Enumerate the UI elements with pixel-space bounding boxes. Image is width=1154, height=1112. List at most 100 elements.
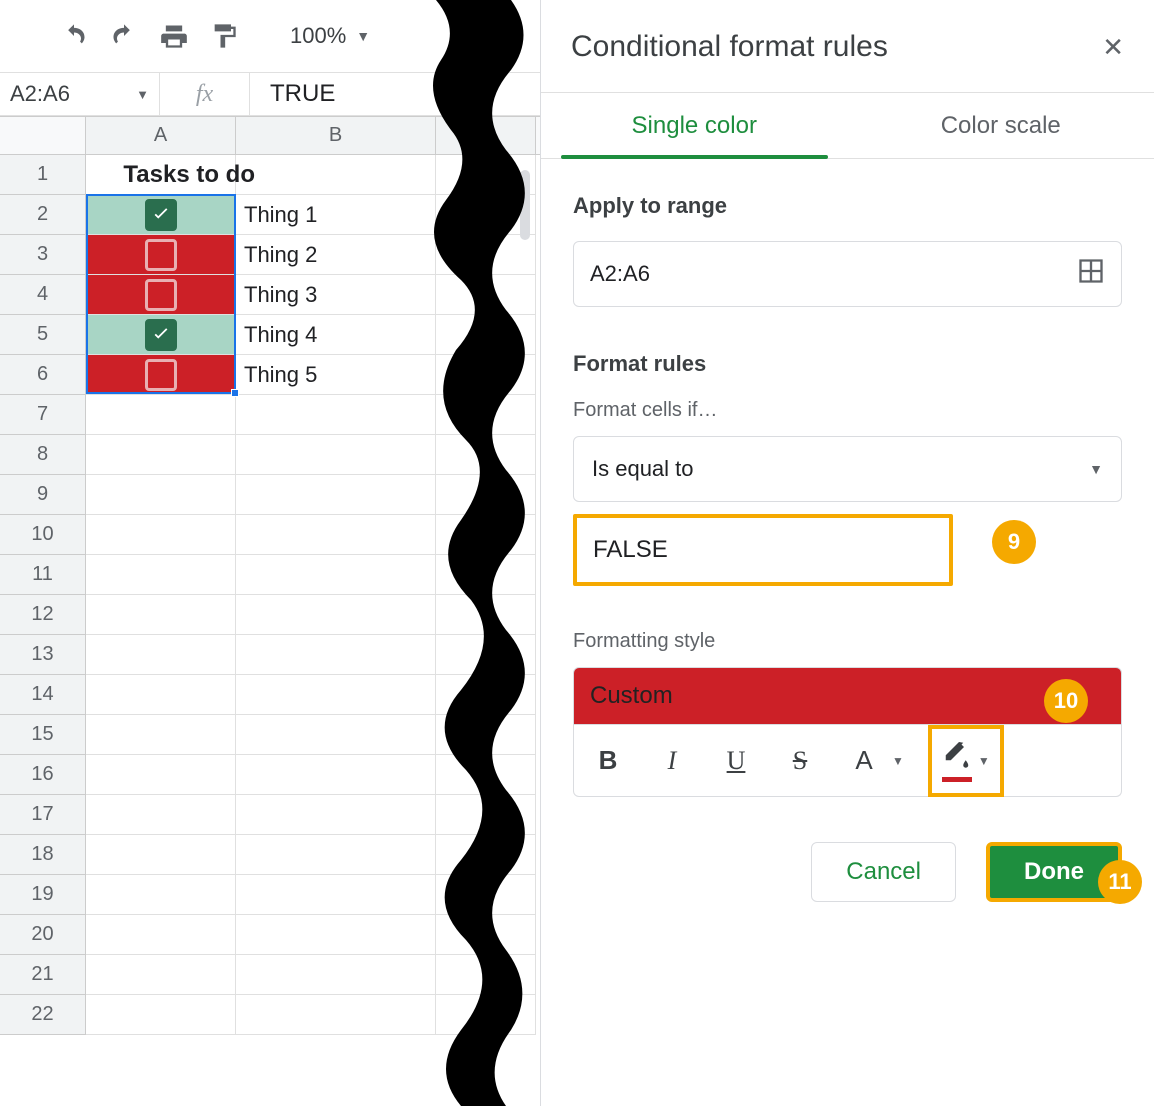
condition-value-text: FALSE [593,536,668,564]
row-header[interactable]: 14 [0,675,86,715]
checkbox[interactable] [145,279,177,311]
cell[interactable] [86,795,236,835]
formula-value: TRUE [270,80,335,108]
row-header[interactable]: 16 [0,755,86,795]
italic-button[interactable]: I [652,741,692,781]
col-header-A[interactable]: A [86,117,236,154]
annotation-badge-11: 11 [1098,860,1142,904]
cell[interactable] [86,995,236,1035]
caret-down-icon: ▼ [1089,461,1103,477]
row-header[interactable]: 9 [0,475,86,515]
done-label: Done [1024,858,1084,886]
row-header[interactable]: 3 [0,235,86,275]
row-header[interactable]: 17 [0,795,86,835]
name-box[interactable]: A2:A6 ▼ [0,73,160,115]
close-icon[interactable]: ✕ [1102,32,1124,63]
conditional-format-panel: Conditional format rules ✕ Single color … [540,0,1154,1106]
paint-format-icon[interactable] [210,22,238,50]
checkbox[interactable] [145,359,177,391]
undo-icon[interactable] [60,22,88,50]
fill-color-button[interactable]: ▼ [928,725,1004,797]
apply-range-field[interactable]: A2:A6 [573,241,1122,307]
select-all-corner[interactable] [0,117,86,154]
caret-down-icon: ▼ [356,28,370,44]
paint-bucket-icon [942,739,972,782]
panel-title: Conditional format rules [571,30,888,64]
row-header[interactable]: 18 [0,835,86,875]
cell[interactable] [86,595,236,635]
cell[interactable] [86,275,236,315]
caret-down-icon: ▼ [892,754,904,768]
cell[interactable]: Tasks to do [86,155,236,195]
row-header[interactable]: 4 [0,275,86,315]
tab-color-scale[interactable]: Color scale [848,93,1154,158]
caret-down-icon: ▼ [136,87,149,102]
apply-range-label: Apply to range [573,193,1122,219]
checkbox[interactable] [145,199,177,231]
row-header[interactable]: 6 [0,355,86,395]
row-header[interactable]: 12 [0,595,86,635]
row-header[interactable]: 5 [0,315,86,355]
checkbox[interactable] [145,239,177,271]
spreadsheet-pane: 100% ▼ A2:A6 ▼ fx TRUE A B 1Tasks to do2… [0,0,540,1106]
cell[interactable] [86,195,236,235]
cell[interactable] [86,915,236,955]
fx-label: fx [160,73,250,115]
panel-header: Conditional format rules ✕ [541,0,1154,93]
condition-dropdown[interactable]: Is equal to ▼ [573,436,1122,502]
cell[interactable] [86,475,236,515]
cell[interactable] [86,555,236,595]
zoom-dropdown[interactable]: 100% ▼ [290,23,370,49]
title-cell: Tasks to do [123,161,255,189]
cell[interactable] [86,675,236,715]
style-toolbar: B I U S A ▼ ▼ [573,725,1122,797]
row-header[interactable]: 2 [0,195,86,235]
tab-single-color[interactable]: Single color [541,93,848,158]
row-header[interactable]: 20 [0,915,86,955]
cell[interactable] [86,235,236,275]
cell[interactable] [86,315,236,355]
cell[interactable] [86,395,236,435]
style-preview[interactable]: Custom [573,667,1122,725]
row-header[interactable]: 15 [0,715,86,755]
text-color-button[interactable]: A [844,741,884,781]
redo-icon[interactable] [110,22,138,50]
button-row: Cancel Done [573,842,1122,902]
style-preview-name: Custom [590,682,673,710]
cell[interactable] [86,715,236,755]
tab-label: Single color [632,112,757,140]
condition-value-input[interactable]: FALSE [573,514,953,586]
formatting-style-label: Formatting style [573,630,1122,653]
cell[interactable] [86,755,236,795]
cell[interactable] [86,955,236,995]
cancel-button[interactable]: Cancel [811,842,956,902]
checkbox[interactable] [145,319,177,351]
panel-body: Apply to range A2:A6 Format rules Format… [541,159,1154,930]
cell[interactable] [86,515,236,555]
format-cells-if-label: Format cells if… [573,399,1122,422]
underline-button[interactable]: U [716,741,756,781]
row-header[interactable]: 21 [0,955,86,995]
row-header[interactable]: 8 [0,435,86,475]
annotation-badge-9: 9 [992,520,1036,564]
row-header[interactable]: 10 [0,515,86,555]
row-header[interactable]: 1 [0,155,86,195]
row-header[interactable]: 7 [0,395,86,435]
print-icon[interactable] [160,22,188,50]
bold-button[interactable]: B [588,741,628,781]
name-box-value: A2:A6 [10,81,70,107]
cancel-label: Cancel [846,858,921,886]
caret-down-icon: ▼ [978,754,990,768]
row-header[interactable]: 11 [0,555,86,595]
cell[interactable] [86,435,236,475]
row-header[interactable]: 22 [0,995,86,1035]
row-header[interactable]: 13 [0,635,86,675]
select-range-icon[interactable] [1077,257,1105,291]
strikethrough-button[interactable]: S [780,741,820,781]
cell[interactable] [86,875,236,915]
cell[interactable] [86,355,236,395]
cell[interactable] [86,635,236,675]
cell[interactable] [86,835,236,875]
row-header[interactable]: 19 [0,875,86,915]
tab-label: Color scale [941,112,1061,140]
